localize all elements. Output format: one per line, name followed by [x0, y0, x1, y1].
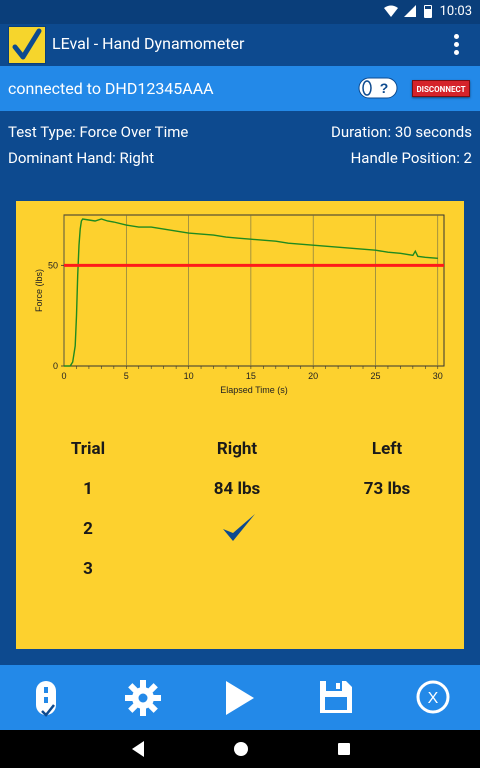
x-axis-label: Elapsed Time (s): [220, 385, 288, 395]
device-help-icon[interactable]: ?: [358, 76, 398, 100]
settings-icon[interactable]: [124, 679, 162, 717]
x-tick-label: 5: [124, 371, 129, 381]
dominant-hand: Dominant Hand: Right: [8, 149, 154, 167]
x-tick-label: 30: [433, 371, 443, 381]
wifi-icon: [384, 5, 398, 17]
status-bar: 10:03: [0, 0, 480, 24]
force-chart: 0 5 10 15 20 25 30 0 50 Elapsed Time (s) Force (lb…: [34, 214, 445, 395]
overflow-menu-icon[interactable]: [452, 32, 460, 58]
trial-1-left: 73 lbs: [363, 479, 411, 499]
trial-list-icon[interactable]: [28, 679, 64, 719]
recents-icon[interactable]: [334, 738, 354, 760]
disconnect-button[interactable]: DISCONNECT: [412, 80, 470, 97]
x-tick-label: 0: [61, 371, 66, 381]
trial-3: 3: [83, 559, 93, 579]
app-bar: LEval - Hand Dynamometer: [0, 24, 480, 66]
back-icon[interactable]: [128, 738, 148, 760]
battery-icon: [424, 5, 432, 18]
save-icon[interactable]: [318, 679, 354, 715]
trial-2: 2: [83, 519, 93, 539]
connection-status: connected to DHD12345AAA: [8, 79, 214, 98]
svg-text:?: ?: [380, 80, 389, 96]
header-right: Right: [216, 439, 258, 459]
header-left: Left: [371, 439, 403, 459]
x-tick-label: 15: [246, 371, 256, 381]
app-logo-icon: [8, 26, 46, 64]
connection-bar: connected to DHD12345AAA ?: [0, 66, 480, 111]
x-tick-label: 10: [184, 371, 194, 381]
handle-position: Handle Position: 2: [350, 149, 472, 167]
app-title: LEval - Hand Dynamometer: [52, 34, 245, 53]
svg-text:X: X: [428, 690, 439, 707]
y-axis-label: Force (lbs): [34, 269, 44, 312]
system-nav-bar: [0, 730, 480, 768]
trial-1: 1: [83, 479, 93, 499]
x-tick-label: 20: [308, 371, 318, 381]
y-tick-label: 0: [53, 361, 58, 371]
checkmark-icon: [223, 514, 255, 541]
home-icon[interactable]: [231, 738, 251, 760]
plot-area: [63, 214, 445, 367]
header-trial: Trial: [70, 439, 106, 459]
clock: 10:03: [439, 4, 472, 19]
test-type: Test Type: Force Over Time: [8, 123, 189, 141]
duration: Duration: 30 seconds: [331, 123, 472, 141]
bottom-toolbar: X: [0, 665, 480, 730]
signal-icon: [404, 5, 416, 17]
close-icon[interactable]: X: [414, 678, 452, 716]
results-panel: 0 5 10 15 20 25 30 0 50 Elapsed Time (s) Force (lb…: [16, 201, 464, 649]
play-icon[interactable]: [222, 679, 258, 717]
y-tick-label: 50: [48, 260, 58, 270]
x-tick-label: 25: [370, 371, 380, 381]
trial-1-right: 84 lbs: [213, 479, 261, 499]
